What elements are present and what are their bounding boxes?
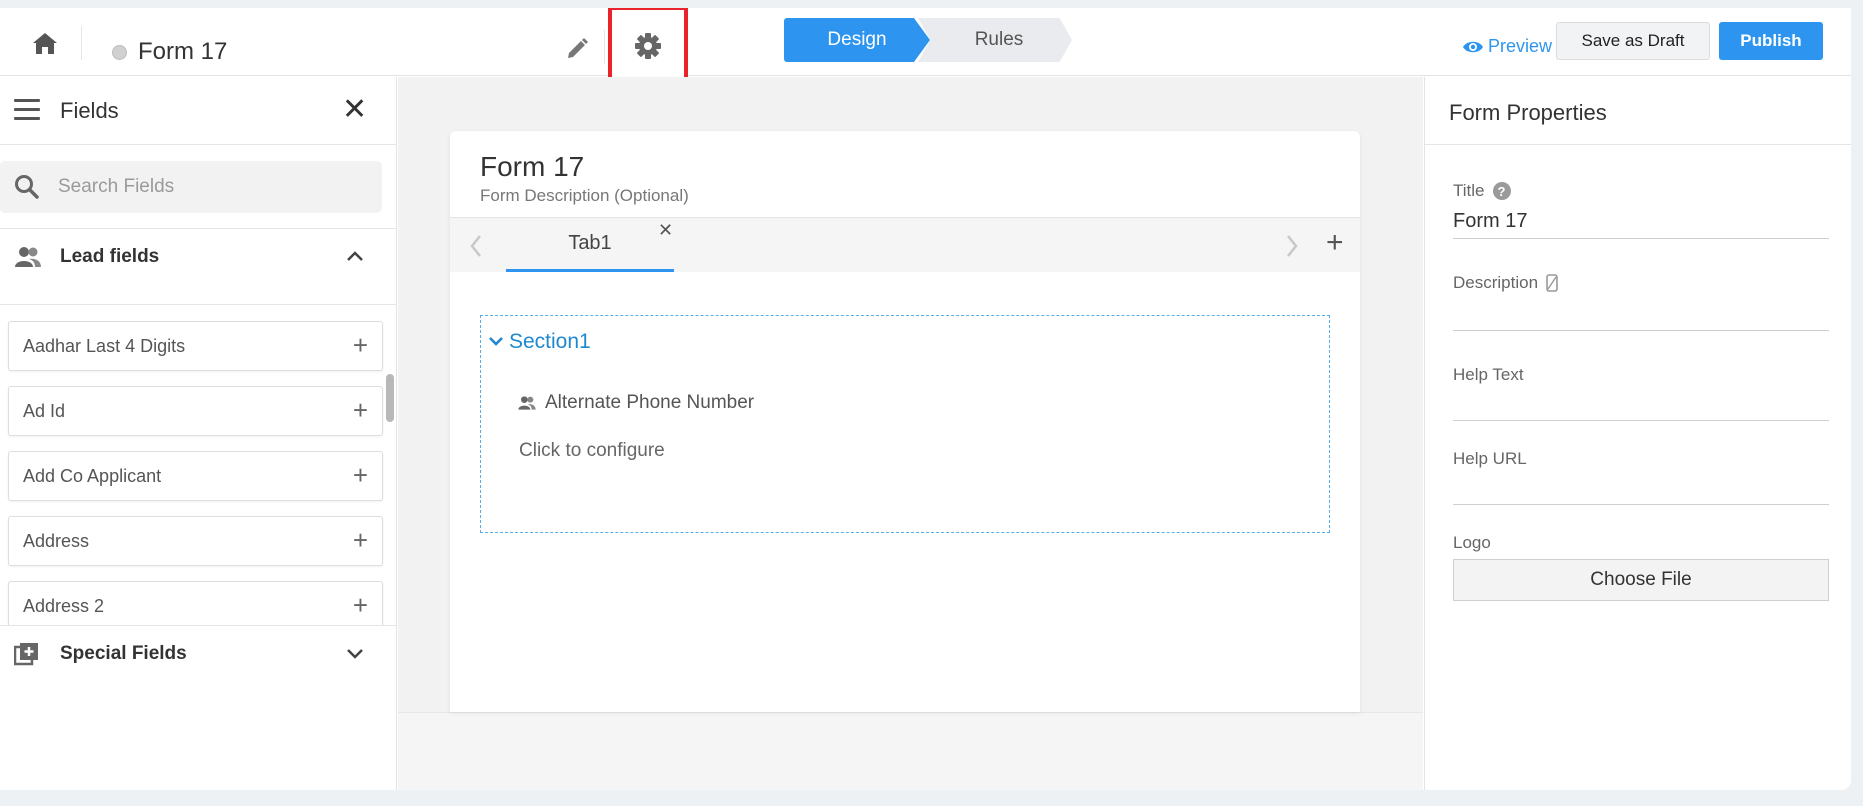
canvas-footer-area (398, 712, 1423, 790)
properties-header: Form Properties (1425, 77, 1851, 145)
help-text-label: Help Text (1453, 365, 1524, 384)
add-box-icon (14, 643, 38, 666)
field-item[interactable]: Ad Id + (8, 386, 383, 436)
lead-field-list: Aadhar Last 4 Digits + Ad Id + Add Co Ap… (0, 305, 397, 625)
description-label: Description (1453, 273, 1558, 293)
field-item-label: Ad Id (23, 401, 66, 421)
field-item[interactable]: Address 2 + (8, 581, 383, 625)
logo-label: Logo (1453, 533, 1491, 552)
chevron-right-icon[interactable] (1284, 232, 1300, 260)
click-to-configure[interactable]: Click to configure (519, 440, 665, 462)
help-icon[interactable]: ? (1492, 182, 1511, 200)
divider (81, 26, 82, 60)
home-icon (33, 33, 57, 54)
search-box (0, 161, 382, 213)
add-icon[interactable]: + (353, 592, 368, 618)
divider (604, 30, 605, 64)
tab-strip: Tab1 ✕ + (450, 217, 1360, 272)
form-card: Form 17 Form Description (Optional) Tab1… (450, 131, 1360, 712)
gear-icon (635, 33, 661, 59)
help-text-field[interactable] (1453, 387, 1829, 421)
mobile-icon (1546, 274, 1558, 292)
search-fields-input[interactable] (58, 171, 368, 203)
eye-icon (1463, 41, 1483, 52)
special-fields-group-header[interactable]: Special Fields (0, 626, 396, 682)
preview-link[interactable]: Preview (1462, 36, 1552, 57)
tab-label: Tab1 (568, 232, 612, 254)
description-field[interactable] (1453, 297, 1829, 331)
users-icon (518, 396, 536, 410)
preview-label: Preview (1488, 36, 1553, 56)
add-icon[interactable]: + (353, 462, 368, 488)
field-item-label: Address 2 (23, 596, 105, 616)
step-design[interactable]: Design (784, 18, 930, 62)
hamburger-menu-icon[interactable] (14, 99, 40, 123)
fields-sidebar: Fields ✕ Lead fields (0, 77, 397, 790)
help-url-field[interactable] (1453, 471, 1829, 505)
close-tab-icon[interactable]: ✕ (658, 220, 673, 241)
field-item[interactable]: Aadhar Last 4 Digits + (8, 321, 383, 371)
chevron-left-icon[interactable] (468, 232, 484, 260)
sidebar-header: Fields ✕ (0, 77, 396, 145)
title-field[interactable] (1453, 205, 1829, 239)
section-field-label: Alternate Phone Number (545, 392, 755, 413)
design-canvas: Form 17 Form Description (Optional) Tab1… (398, 77, 1423, 790)
section-field[interactable]: Alternate Phone Number (517, 392, 754, 414)
sidebar-title: Fields (60, 98, 119, 123)
edit-form-button[interactable] (560, 32, 594, 66)
close-icon[interactable]: ✕ (342, 95, 367, 125)
description-label-text: Description (1453, 273, 1539, 292)
form-title[interactable]: Form 17 (480, 151, 584, 183)
lead-fields-group-header[interactable]: Lead fields (0, 229, 396, 285)
pencil-icon (568, 38, 588, 58)
app-window: Form 17 Design Rules Preview Save as Dra… (0, 8, 1851, 790)
choose-file-button[interactable]: Choose File (1453, 559, 1829, 601)
form-settings-button[interactable] (608, 8, 688, 86)
section-title[interactable]: Section1 (509, 330, 591, 354)
title-label: Title ? (1453, 181, 1511, 201)
step-rules[interactable]: Rules (918, 18, 1072, 62)
title-label-text: Title (1453, 181, 1485, 200)
chevron-down-icon[interactable] (487, 330, 505, 352)
save-draft-button[interactable]: Save as Draft (1556, 22, 1710, 60)
field-item-label: Add Co Applicant (23, 466, 162, 486)
form-name: Form 17 (138, 38, 228, 65)
section-container[interactable]: Section1 Alternate Phone Number Click to… (480, 315, 1330, 533)
field-item-label: Address (23, 531, 90, 551)
home-button[interactable] (28, 28, 62, 58)
help-url-label: Help URL (1453, 449, 1527, 468)
search-icon (15, 175, 39, 199)
users-icon (15, 247, 41, 267)
add-icon[interactable]: + (353, 527, 368, 553)
form-status-dot (112, 45, 127, 60)
field-item-label: Aadhar Last 4 Digits (23, 336, 186, 356)
top-bar: Form 17 Design Rules Preview Save as Dra… (0, 8, 1851, 86)
chevron-down-icon (347, 649, 363, 659)
field-item[interactable]: Address + (8, 516, 383, 566)
form-properties-panel: Form Properties Title ? Description Help… (1424, 77, 1851, 790)
publish-button[interactable]: Publish (1719, 22, 1823, 60)
form-description[interactable]: Form Description (Optional) (480, 186, 689, 206)
add-icon[interactable]: + (353, 332, 368, 358)
field-item[interactable]: Add Co Applicant + (8, 451, 383, 501)
properties-title: Form Properties (1449, 100, 1607, 125)
add-icon[interactable]: + (353, 397, 368, 423)
special-fields-label: Special Fields (60, 643, 187, 664)
add-tab-icon[interactable]: + (1326, 228, 1344, 258)
field-list-scrollbar[interactable] (386, 374, 394, 422)
tab-tab1[interactable]: Tab1 (506, 218, 674, 272)
chevron-up-icon (347, 251, 363, 261)
lead-fields-label: Lead fields (60, 246, 160, 267)
